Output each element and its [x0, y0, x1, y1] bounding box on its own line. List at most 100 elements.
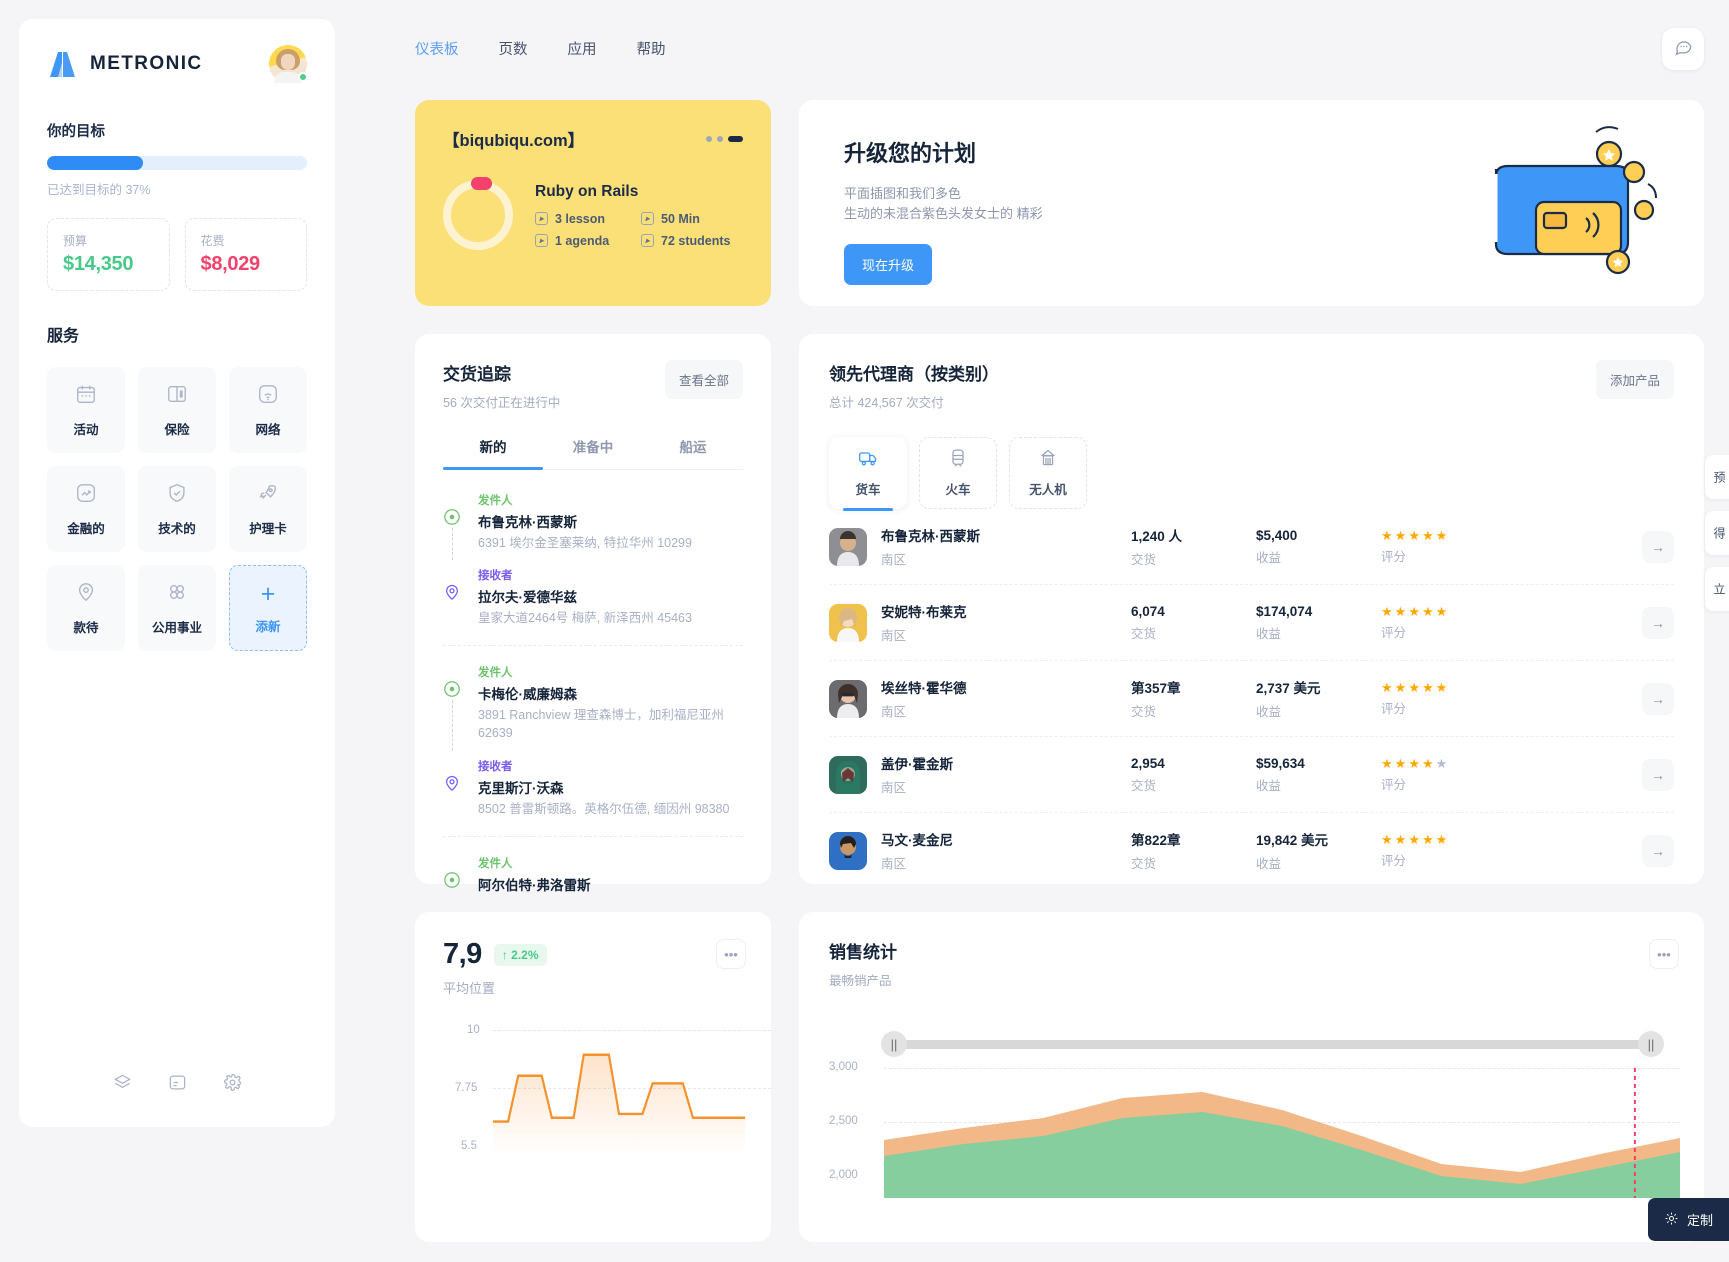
delivery-track-list: 发件人 布鲁克林·西蒙斯 6391 埃尔金圣塞莱纳, 特拉华州 10299 接收… [443, 492, 743, 894]
note-icon[interactable] [168, 1073, 187, 1097]
service-tile-financial[interactable]: 金融的 [47, 466, 125, 552]
table-row[interactable]: 盖伊·霍金斯 南区 2,954 交货 $59,634 收益 ★★★★★ [829, 737, 1674, 813]
agent-name: 埃丝特·霍华德 [881, 681, 967, 696]
nav-item-help[interactable]: 帮助 [637, 38, 666, 59]
customize-button[interactable]: 定制 [1647, 1198, 1729, 1241]
agent-delivery-cell: 第822章 交货 [1131, 829, 1256, 872]
nav-item-pages[interactable]: 页数 [499, 38, 528, 59]
agent-identity: 马文·麦金尼 南区 [881, 829, 1131, 872]
sender-marker-icon [443, 871, 461, 889]
chat-button[interactable] [1662, 28, 1704, 70]
service-tile-utilities[interactable]: 公用事业 [138, 565, 216, 651]
agent-revenue-label: 收益 [1256, 778, 1282, 793]
tab-new[interactable]: 新的 [443, 436, 543, 470]
position-delta-badge: ↑ 2.2% [493, 943, 547, 966]
agent-rating-label: 评分 [1381, 701, 1407, 716]
agent-name: 布鲁克林·西蒙斯 [881, 529, 980, 544]
ellipsis-icon[interactable]: ••• [1649, 939, 1679, 969]
rail-item-1[interactable]: 得 [1705, 511, 1729, 555]
arrow-right-icon[interactable]: → [1642, 682, 1674, 715]
service-tile-add-new[interactable]: + 添新 [229, 565, 307, 651]
table-row[interactable]: 安妮特·布莱克 南区 6,074 交货 $174,074 收益 ★ ★ ★ ★ ★ [829, 585, 1674, 661]
transport-tab-train[interactable]: 火车 [919, 437, 997, 509]
service-tile-activity[interactable]: 活动 [47, 367, 125, 453]
stat-budget-value: $14,350 [63, 253, 134, 275]
service-tile-insurance[interactable]: 保险 [138, 367, 216, 453]
agent-delivery-value: 1,240 人 [1131, 529, 1183, 544]
service-tile-technical[interactable]: 技术的 [138, 466, 216, 552]
layers-icon[interactable] [113, 1073, 132, 1097]
table-row[interactable]: 布鲁克林·西蒙斯 南区 1,240 人 交货 $5,400 收益 ★ ★ ★ ★ ★ [829, 509, 1674, 585]
delivery-node-receiver: 接收者 克里斯汀·沃森 8502 普雷斯顿路。英格尔伍德, 缅因州 98380 [445, 758, 743, 818]
table-row[interactable]: 马文·麦金尼 南区 第822章 交货 19,842 美元 收益 ★ ★ ★ ★ ★ [829, 813, 1674, 888]
transport-tabs: 货车 火车 无人机 [829, 437, 1674, 511]
track-connector [451, 700, 453, 751]
arrow-right-icon[interactable]: → [1642, 834, 1674, 867]
y-tick-label: 5.5 [461, 1140, 477, 1152]
y-tick-label: 2,000 [829, 1169, 858, 1181]
nav-item-dashboard[interactable]: 仪表板 [415, 38, 459, 59]
agent-delivery-cell: 第357章 交货 [1131, 677, 1256, 720]
service-tile-network[interactable]: 网络 [229, 367, 307, 453]
gear-icon[interactable] [223, 1073, 242, 1097]
agent-rating-cell: ★ ★ ★ ★ ★ 评分 [1381, 605, 1491, 641]
y-tick-label: 2,500 [829, 1115, 858, 1127]
tab-preparing[interactable]: 准备中 [543, 436, 643, 469]
course-site-label: 【biqubiqu.com】 [443, 132, 585, 150]
brand[interactable]: METRONIC [47, 50, 203, 78]
agent-delivery-value: 第357章 [1131, 681, 1181, 696]
wifi-icon [257, 383, 279, 410]
service-label: 护理卡 [249, 521, 287, 536]
node-name: 拉尔夫·爱德华兹 [478, 590, 577, 606]
rail-item-0[interactable]: 预 [1705, 455, 1729, 499]
service-tile-carecard[interactable]: 护理卡 [229, 466, 307, 552]
goal-progress-fill [47, 156, 144, 170]
agent-revenue-label: 收益 [1256, 857, 1282, 871]
sales-range-slider[interactable]: || || [829, 1031, 1674, 1057]
course-meta: ▸ 3 lesson ▸ 50 Min ▸ 1 agenda ▸ 72 students [535, 212, 730, 248]
agent-rating-cell: ★ ★ ★ ★ ★ 评分 [1381, 833, 1491, 869]
rail-item-2[interactable]: 立 [1705, 567, 1729, 611]
service-tile-hospitality[interactable]: 款待 [47, 565, 125, 651]
stat-budget: 预算 $14,350 [47, 218, 170, 291]
arrow-right-icon[interactable]: → [1642, 530, 1674, 563]
drone-icon [1038, 448, 1058, 471]
carousel-dots[interactable] [706, 136, 743, 142]
agent-region: 南区 [881, 705, 907, 719]
delivery-node-sender: 发件人 布鲁克林·西蒙斯 6391 埃尔金圣塞莱纳, 特拉华州 10299 [444, 492, 743, 561]
course-meta-lessons: ▸ 3 lesson [535, 212, 637, 226]
user-avatar[interactable] [269, 45, 308, 83]
delivery-node-receiver: 接收者 拉尔夫·爱德华兹 皇家大道2464号 梅萨, 新泽西州 45463 [445, 567, 743, 627]
upgrade-now-button[interactable]: 现在升级 [844, 244, 933, 286]
slider-handle-right[interactable]: || [1638, 1031, 1664, 1057]
agent-identity: 布鲁克林·西蒙斯 南区 [881, 525, 1131, 568]
delivery-tabs: 新的 准备中 船运 [443, 436, 743, 470]
tab-shipping[interactable]: 船运 [643, 436, 743, 469]
sales-title: 销售统计 [829, 943, 897, 962]
transport-tab-truck[interactable]: 货车 [829, 437, 907, 511]
avatar [829, 527, 867, 566]
table-row[interactable]: 埃丝特·霍华德 南区 第357章 交货 2,737 美元 收益 ★ ★ ★ ★ ★ [829, 661, 1674, 737]
view-all-button[interactable]: 查看全部 [664, 360, 743, 399]
arrow-right-icon[interactable]: → [1642, 606, 1674, 639]
agent-delivery-label: 交货 [1131, 857, 1157, 871]
transport-tab-drone[interactable]: 无人机 [1009, 437, 1087, 509]
row-top: 【biqubiqu.com】 Ruby on Rails ▸ 3 lesson ▸… [415, 100, 1704, 306]
goal-progress-label: 已达到目标的 37% [47, 183, 151, 197]
four-circles-icon [166, 581, 188, 608]
arrow-right-icon[interactable]: → [1642, 758, 1674, 791]
nav-item-apps[interactable]: 应用 [568, 38, 597, 59]
add-product-button[interactable]: 添加产品 [1595, 360, 1674, 399]
node-name: 卡梅伦·威廉姆森 [478, 687, 577, 703]
sidebar-header: METRONIC [47, 45, 308, 83]
slider-handle-left[interactable]: || [881, 1031, 907, 1057]
service-label: 款待 [73, 620, 99, 635]
rocket-icon [257, 482, 279, 509]
ellipsis-icon[interactable]: ••• [716, 939, 746, 969]
chevron-right-icon: ▸ [641, 234, 654, 247]
stat-budget-label: 预算 [63, 234, 88, 248]
chevron-right-icon: ▸ [641, 212, 654, 225]
delivery-node-sender: 发件人 卡梅伦·威廉姆森 3891 Ranchview 理查森博士，加利福尼亚州… [444, 664, 743, 751]
node-address: 8502 普雷斯顿路。英格尔伍德, 缅因州 98380 [478, 801, 730, 816]
agents-card-header: 领先代理商（按类别） 总计 424,567 次交付 添加产品 [829, 360, 1674, 411]
